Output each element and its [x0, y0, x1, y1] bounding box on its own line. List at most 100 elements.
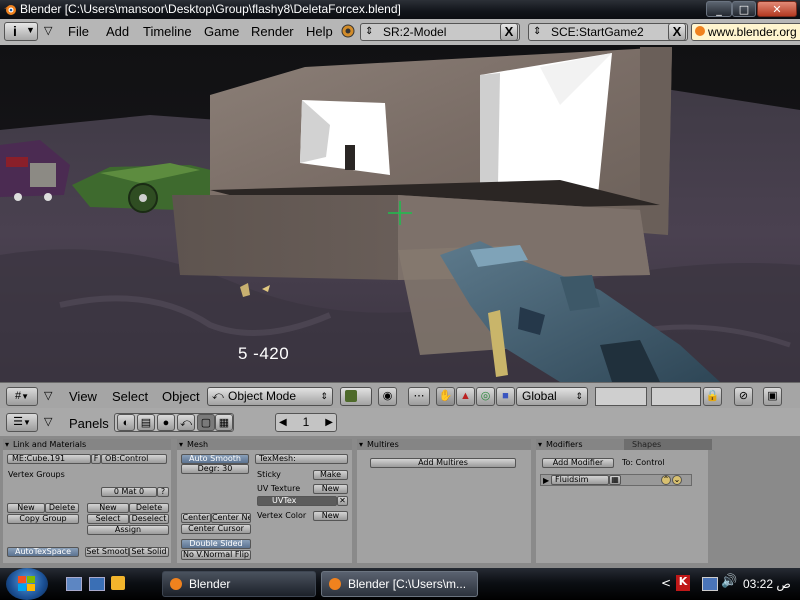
fluidsim-modifier-row[interactable]: ▶ Fluidsim ▦ ⌃ ⌄ — [540, 474, 692, 486]
uv-texture-new-button[interactable]: New — [313, 484, 348, 494]
add-modifier-button[interactable]: Add Modifier — [542, 458, 614, 468]
set-smooth-button[interactable]: Set Smoot — [85, 547, 129, 557]
collapse-menu-triangle-icon[interactable]: ▽ — [44, 389, 52, 402]
translate-manipulator-button[interactable]: ▲ — [456, 387, 475, 406]
editor-type-3dview-button[interactable]: #▼ — [6, 387, 38, 406]
material-select-button[interactable]: Select — [87, 514, 129, 524]
collapse-menu-triangle-icon[interactable]: ▽ — [44, 24, 52, 37]
vgroup-delete-button[interactable]: Delete — [45, 503, 79, 513]
center-new-button[interactable]: Center Ne — [211, 513, 251, 523]
expand-triangle-icon[interactable]: ▶ — [543, 476, 549, 485]
editor-type-button[interactable]: i ▼ — [4, 22, 38, 41]
start-button[interactable] — [6, 568, 48, 600]
script-context-icon[interactable]: ▤ — [137, 414, 155, 431]
center-cursor-button[interactable]: Center Cursor — [181, 524, 251, 534]
close-window-button[interactable]: ✕ — [757, 1, 797, 17]
lock-layers-button[interactable]: 🔒 — [703, 387, 722, 406]
show-hidden-icons-chevron-icon[interactable]: < — [661, 576, 671, 590]
scene-context-icon[interactable]: ▦ — [215, 414, 233, 431]
move-up-icon[interactable]: ⌃ — [661, 475, 671, 485]
layer-buttons-group-2[interactable] — [651, 387, 701, 406]
vertex-color-new-button[interactable]: New — [313, 511, 348, 521]
vgroup-new-button[interactable]: New — [7, 503, 45, 513]
pivot-point-button[interactable]: ◉ — [378, 387, 397, 406]
smooth-degree-field[interactable]: Degr: 30 — [181, 464, 249, 474]
editing-context-icon[interactable]: ▢ — [197, 414, 215, 431]
antivirus-tray-icon[interactable]: K — [676, 575, 690, 591]
mode-select-dropdown[interactable]: ⤺ Object Mode ⇕ — [207, 387, 333, 406]
modifier-visibility-toggle[interactable]: ▦ — [609, 475, 621, 485]
volume-tray-icon[interactable]: 🔊 — [721, 574, 737, 589]
network-tray-icon[interactable] — [702, 577, 718, 591]
panel-title[interactable]: Mesh — [177, 439, 352, 450]
material-new-button[interactable]: New — [87, 503, 129, 513]
draw-type-dropdown[interactable] — [340, 387, 372, 406]
auto-smooth-toggle[interactable]: Auto Smooth — [181, 454, 249, 464]
scene-gear-icon[interactable] — [340, 23, 356, 39]
screen-browse-field[interactable]: ⇕ SR:2-Model — [360, 23, 520, 41]
material-assign-button[interactable]: Assign — [87, 525, 169, 535]
copy-group-button[interactable]: Copy Group — [7, 514, 79, 524]
tab-modifiers[interactable]: Modifiers — [546, 440, 583, 449]
material-index-field[interactable]: 0 Mat 0 — [101, 487, 157, 497]
align-button[interactable]: ⋯ — [408, 387, 430, 406]
no-vnormal-flip-toggle[interactable]: No V.Normal Flip — [181, 550, 251, 560]
menu-add[interactable]: Add — [106, 24, 129, 39]
fluidsim-name-field[interactable]: Fluidsim — [551, 475, 609, 485]
add-multires-button[interactable]: Add Multires — [370, 458, 516, 468]
autotexspace-toggle[interactable]: AutoTexSpace — [7, 547, 79, 557]
sticky-make-button[interactable]: Make — [313, 470, 348, 480]
material-help-button[interactable]: ? — [157, 487, 169, 497]
menu-render[interactable]: Render — [251, 24, 294, 39]
mesh-datablock-field[interactable]: ME:Cube.191 — [7, 454, 91, 464]
object-name-field[interactable]: OB:Control — [101, 454, 167, 464]
texmesh-field[interactable]: TexMesh: — [255, 454, 348, 464]
screen-delete-button[interactable]: X — [500, 23, 518, 41]
manipulator-toggle-button[interactable]: ✋ — [436, 387, 455, 406]
maximize-button[interactable]: □ — [732, 1, 756, 17]
minimize-button[interactable]: _ — [706, 1, 732, 17]
collapse-menu-triangle-icon[interactable]: ▽ — [44, 415, 52, 428]
center-button[interactable]: Center — [181, 513, 211, 523]
menu-object[interactable]: Object — [162, 389, 200, 404]
frame-number-field[interactable]: ◀ 1 ▶ — [275, 413, 337, 432]
panel-title[interactable]: Link and Materials — [3, 439, 171, 450]
3d-viewport[interactable]: 5 -420 — [0, 45, 800, 382]
move-down-icon[interactable]: ⌄ — [672, 475, 682, 485]
material-delete-button[interactable]: Delete — [129, 503, 169, 513]
menu-view[interactable]: View — [69, 389, 97, 404]
menu-game[interactable]: Game — [204, 24, 239, 39]
panel-title[interactable]: Multires — [357, 439, 531, 450]
fake-user-toggle[interactable]: F — [91, 454, 101, 464]
object-context-icon[interactable]: ⤺ — [177, 414, 195, 431]
scene-delete-button[interactable]: X — [668, 23, 686, 41]
window-titlebar[interactable]: Blender [C:\Users\mansoor\Desktop\Group\… — [0, 0, 800, 19]
scene-browse-field[interactable]: ⇕ SCE:StartGame2 — [528, 23, 688, 41]
taskbar-blender-file-button[interactable]: Blender [C:\Users\m... — [321, 571, 478, 597]
menu-timeline[interactable]: Timeline — [143, 24, 192, 39]
media-player-icon[interactable] — [111, 576, 125, 590]
taskbar-blender-button[interactable]: Blender — [162, 571, 316, 597]
tab-shapes[interactable]: Shapes — [624, 439, 712, 450]
rotate-manipulator-button[interactable]: ◎ — [476, 387, 495, 406]
logic-context-icon[interactable]: ◐ — [117, 414, 135, 431]
shading-context-icon[interactable]: ● — [157, 414, 175, 431]
uvtex-delete-button[interactable]: ✕ — [337, 496, 348, 506]
material-deselect-button[interactable]: Deselect — [129, 514, 169, 524]
double-sided-toggle[interactable]: Double Sided — [181, 539, 251, 549]
set-solid-button[interactable]: Set Solid — [129, 547, 169, 557]
menu-help[interactable]: Help — [306, 24, 333, 39]
uvtex-layer-field[interactable]: UVTex — [257, 496, 337, 506]
scale-manipulator-button[interactable]: ■ — [496, 387, 515, 406]
editor-type-buttons-button[interactable]: ☰▼ — [6, 413, 38, 432]
menu-file[interactable]: File — [68, 24, 89, 39]
orientation-dropdown[interactable]: Global ⇕ — [516, 387, 588, 406]
taskbar-clock[interactable]: 03:22 ص — [743, 577, 791, 591]
render-preview-button[interactable]: ▣ — [763, 387, 782, 406]
ipo-link-button[interactable]: ⊘ — [734, 387, 753, 406]
menu-select[interactable]: Select — [112, 389, 148, 404]
blender-org-link[interactable]: www.blender.org — [691, 23, 800, 41]
show-desktop-icon[interactable] — [66, 577, 82, 591]
layer-buttons-group-1[interactable] — [595, 387, 647, 406]
switch-windows-icon[interactable] — [89, 577, 105, 591]
